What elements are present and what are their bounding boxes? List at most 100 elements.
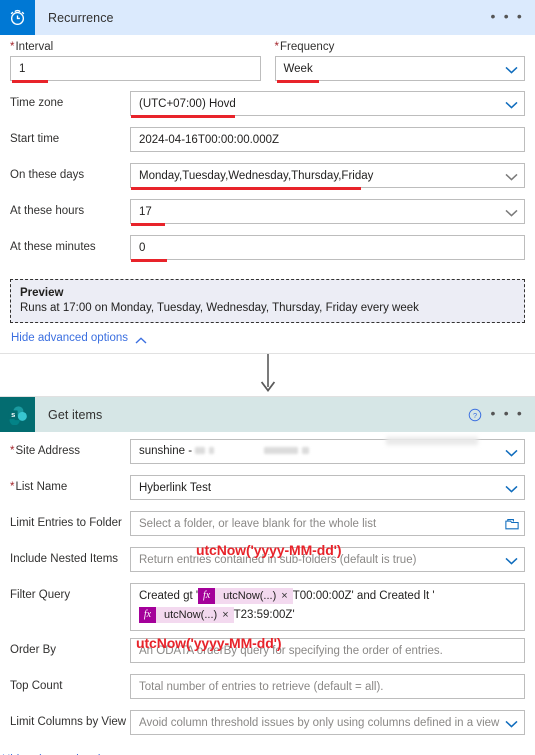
at-these-hours-value: 17 [139, 205, 152, 218]
filter-query-line-2: fx utcNow(...) × T23:59:00Z' [139, 607, 518, 623]
filter-query-label: Filter Query [10, 589, 71, 601]
timezone-label: Time zone [10, 97, 64, 109]
include-nested-items-placeholder: Return entries contained in sub-folders … [139, 553, 417, 566]
interval-value: 1 [19, 62, 26, 75]
chevron-down-icon[interactable] [505, 556, 518, 565]
remove-token-2-icon[interactable]: × [222, 607, 233, 623]
start-time-label: Start time [10, 133, 60, 145]
site-address-row: *Site Address sunshine - [10, 436, 525, 468]
recurrence-card-header[interactable]: Recurrence • • • [0, 0, 535, 35]
help-icon[interactable]: ? [468, 408, 482, 422]
folder-picker-icon[interactable] [505, 518, 519, 530]
get-items-overflow-menu[interactable]: • • • [491, 406, 524, 421]
svg-text:s: s [11, 410, 15, 419]
expression-token-1-name: utcNow(...) [223, 590, 277, 602]
timezone-row: Time zone (UTC+07:00) Hovd [10, 88, 525, 120]
get-items-card-header[interactable]: s Get items ? • • • [0, 397, 535, 432]
on-these-days-label: On these days [10, 169, 85, 181]
start-time-input[interactable]: 2024-04-16T00:00:00.000Z [130, 127, 525, 152]
required-asterisk: * [10, 481, 15, 493]
required-asterisk: * [274, 41, 279, 53]
recurrence-hide-advanced-options-link[interactable]: Hide advanced options [0, 323, 535, 353]
alarm-clock-icon [0, 0, 35, 35]
top-count-label: Top Count [10, 680, 63, 692]
filter-query-suffix-2: T23:59:00Z' [233, 609, 295, 621]
order-by-label: Order By [10, 644, 57, 656]
flow-connector-arrow [0, 354, 535, 396]
interval-frequency-row: *Interval 1 *Frequency Week [10, 35, 525, 83]
on-these-days-dropdown[interactable]: Monday,Tuesday,Wednesday,Thursday,Friday [130, 163, 525, 190]
fx-icon: fx [198, 588, 216, 604]
frequency-field: *Frequency Week [274, 41, 525, 83]
at-these-hours-underline-annotation [131, 223, 165, 226]
site-address-label: *Site Address [10, 445, 81, 457]
recurrence-preview-box: Preview Runs at 17:00 on Monday, Tuesday… [10, 279, 525, 323]
filter-query-suffix-1: T00:00:00Z' and Created lt ' [292, 590, 435, 602]
chevron-down-icon[interactable] [505, 172, 518, 181]
remove-token-1-icon[interactable]: × [281, 588, 292, 604]
list-name-label: *List Name [10, 481, 68, 493]
frequency-dropdown[interactable]: Week [274, 56, 525, 83]
frequency-value: Week [283, 62, 313, 75]
limit-columns-by-view-row: Limit Columns by View Avoid column thres… [10, 707, 525, 739]
expression-token-1[interactable]: fx utcNow(...) × [198, 588, 293, 604]
recurrence-body: *Interval 1 *Frequency Week Time zone (U… [0, 35, 535, 270]
list-name-dropdown[interactable]: Hyberlink Test [130, 475, 525, 500]
site-address-dropdown[interactable]: sunshine - [130, 437, 525, 464]
interval-label: *Interval [10, 41, 54, 53]
limit-columns-by-view-dropdown[interactable]: Avoid column threshold issues by only us… [130, 710, 525, 735]
start-time-value: 2024-04-16T00:00:00.000Z [139, 133, 280, 146]
recurrence-card: Recurrence • • • *Interval 1 *Frequency … [0, 0, 535, 354]
chevron-down-icon[interactable] [505, 448, 518, 457]
expression-token-2[interactable]: fx utcNow(...) × [139, 607, 234, 623]
limit-entries-to-folder-input[interactable]: Select a folder, or leave blank for the … [130, 511, 525, 536]
at-these-minutes-value: 0 [139, 241, 146, 254]
filter-query-prefix: Created gt ' [139, 590, 199, 602]
at-these-minutes-underline-annotation [131, 259, 167, 262]
top-count-placeholder: Total number of entries to retrieve (def… [139, 680, 384, 693]
chevron-down-icon[interactable] [505, 100, 518, 109]
expression-token-2-name: utcNow(...) [164, 609, 218, 621]
order-by-input[interactable]: An ODATA orderBy query for specifying th… [130, 638, 525, 663]
redaction-smear [386, 437, 478, 445]
interval-input[interactable]: 1 [10, 56, 261, 83]
limit-columns-by-view-label: Limit Columns by View [10, 716, 127, 728]
timezone-value: (UTC+07:00) Hovd [139, 97, 236, 110]
at-these-hours-label: At these hours [10, 205, 85, 217]
get-items-hide-advanced-options-link[interactable]: Hide advanced options [0, 745, 535, 755]
recurrence-title: Recurrence [48, 10, 114, 25]
recurrence-overflow-menu[interactable]: • • • [491, 9, 524, 24]
order-by-row: Order By An ODATA orderBy query for spec… [10, 635, 525, 667]
on-these-days-value: Monday,Tuesday,Wednesday,Thursday,Friday [139, 169, 374, 182]
chevron-down-icon[interactable] [505, 65, 518, 74]
site-address-value: sunshine - [139, 444, 505, 458]
at-these-minutes-label: At these minutes [10, 241, 96, 253]
chevron-down-icon[interactable] [505, 208, 518, 217]
filter-query-row: Filter Query Created gt ' fx utcNow(...)… [10, 580, 525, 631]
filter-query-line-1: Created gt ' fx utcNow(...) × T00:00:00Z… [139, 588, 518, 604]
at-these-minutes-input[interactable]: 0 [130, 235, 525, 262]
required-asterisk: * [10, 445, 15, 457]
at-these-hours-dropdown[interactable]: 17 [130, 199, 525, 226]
chevron-up-icon [135, 335, 147, 344]
on-these-days-row: On these days Monday,Tuesday,Wednesday,T… [10, 160, 525, 192]
timezone-underline-annotation [131, 115, 235, 118]
list-name-row: *List Name Hyberlink Test [10, 472, 525, 504]
required-asterisk: * [10, 41, 15, 53]
flow-designer-canvas: Recurrence • • • *Interval 1 *Frequency … [0, 0, 535, 755]
at-these-minutes-row: At these minutes 0 [10, 232, 525, 264]
include-nested-items-row: Include Nested Items Return entries cont… [10, 544, 525, 576]
get-items-card: s Get items ? • • • *Site Address sunshi… [0, 396, 535, 755]
limit-entries-to-folder-row: Limit Entries to Folder Select a folder,… [10, 508, 525, 540]
include-nested-items-label: Include Nested Items [10, 553, 119, 565]
at-these-hours-row: At these hours 17 [10, 196, 525, 228]
timezone-dropdown[interactable]: (UTC+07:00) Hovd [130, 91, 525, 118]
top-count-input[interactable]: Total number of entries to retrieve (def… [130, 674, 525, 699]
include-nested-items-dropdown[interactable]: Return entries contained in sub-folders … [130, 547, 525, 572]
start-time-row: Start time 2024-04-16T00:00:00.000Z [10, 124, 525, 156]
chevron-down-icon[interactable] [505, 719, 518, 728]
filter-query-input[interactable]: Created gt ' fx utcNow(...) × T00:00:00Z… [130, 583, 525, 631]
top-count-row: Top Count Total number of entries to ret… [10, 671, 525, 703]
chevron-down-icon[interactable] [505, 484, 518, 493]
fx-icon: fx [139, 607, 156, 623]
